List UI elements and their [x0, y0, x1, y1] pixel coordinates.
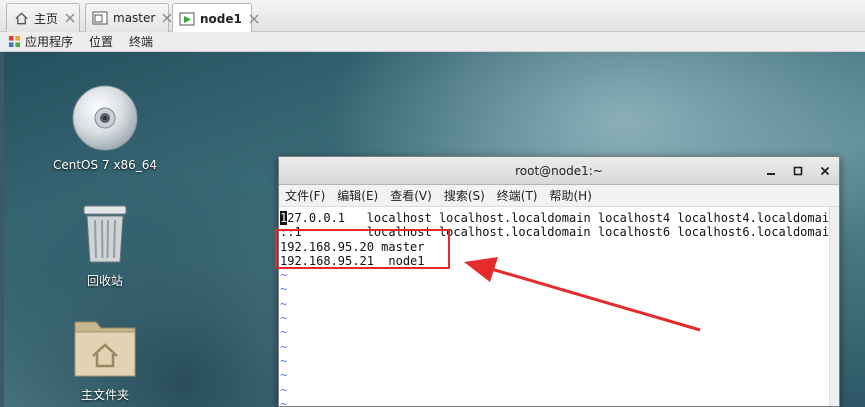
annotation-arrow	[464, 257, 701, 332]
